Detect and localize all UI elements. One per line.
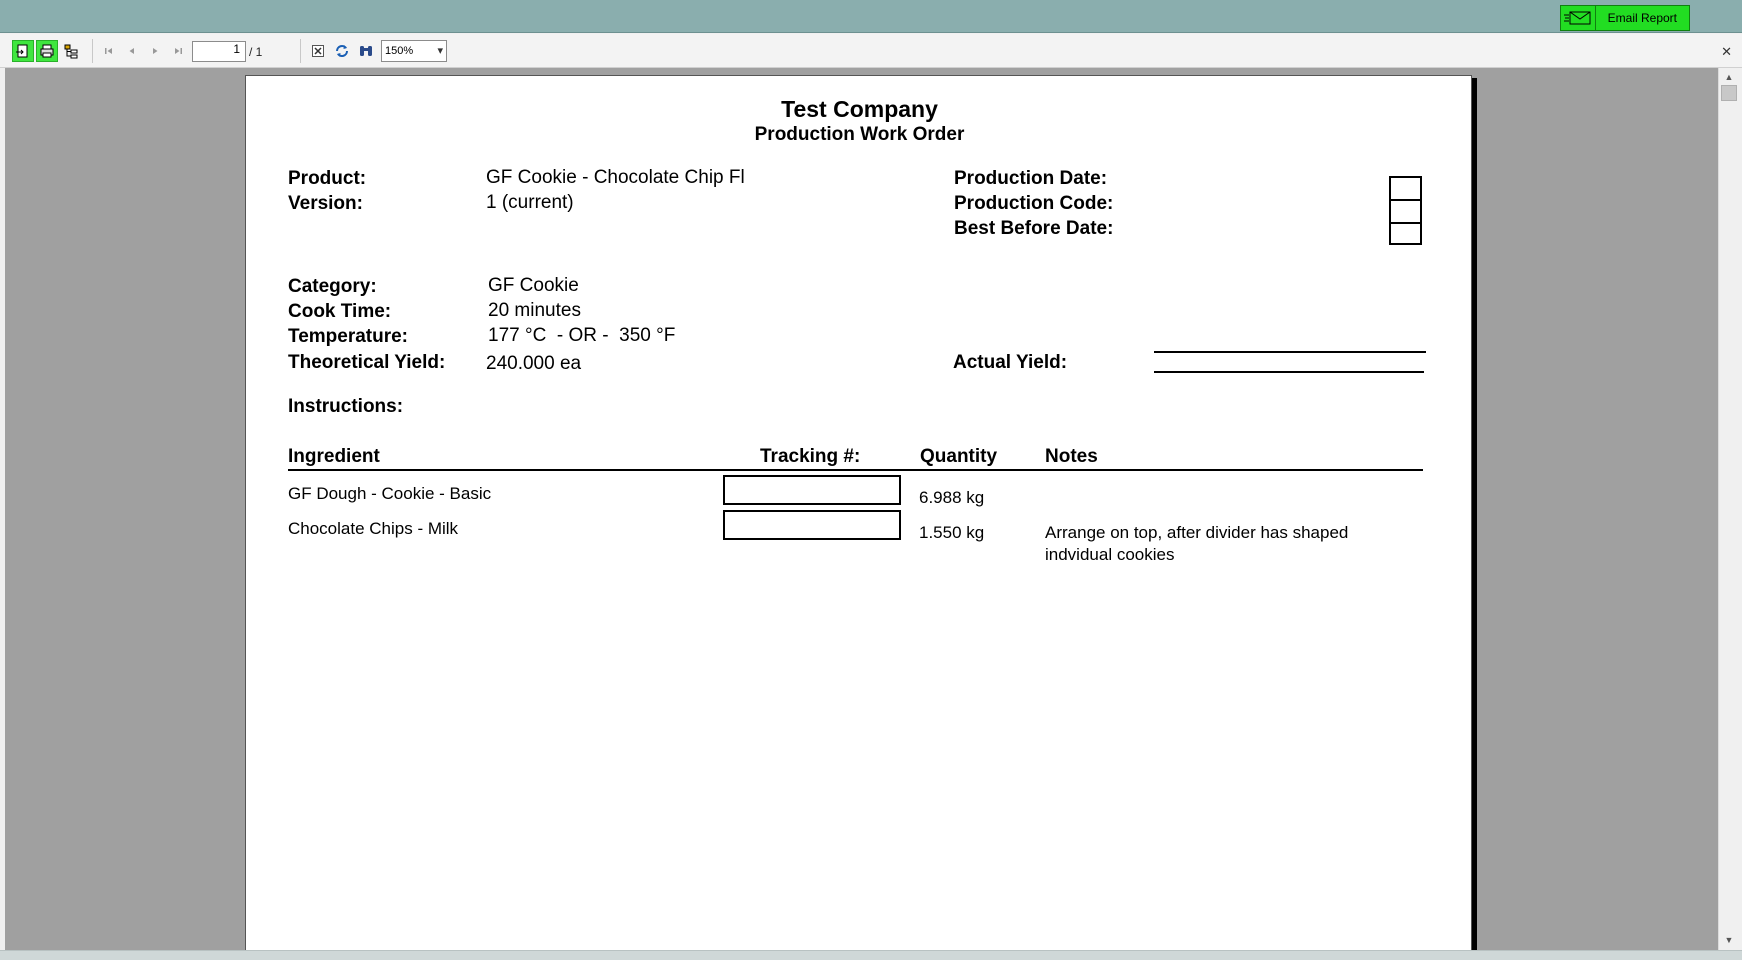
last-page-icon[interactable] bbox=[169, 40, 187, 62]
best-before-label: Best Before Date: bbox=[954, 218, 1114, 239]
production-date-label: Production Date: bbox=[954, 168, 1108, 189]
title-bar: Email Report bbox=[0, 0, 1742, 33]
tracking-box bbox=[723, 510, 901, 540]
report-page: Test Company Production Work Order Produ… bbox=[245, 75, 1472, 950]
report-viewport: Test Company Production Work Order Produ… bbox=[5, 68, 1718, 950]
production-code-label: Production Code: bbox=[954, 193, 1114, 214]
refresh-icon[interactable] bbox=[333, 40, 351, 62]
email-icon[interactable] bbox=[1559, 5, 1596, 31]
status-strip bbox=[0, 950, 1742, 960]
actual-yield-label: Actual Yield: bbox=[953, 352, 1068, 373]
scroll-down-icon[interactable]: ▼ bbox=[1722, 933, 1736, 947]
version-label: Version: bbox=[288, 193, 363, 214]
chevron-down-icon: ▾ bbox=[437, 45, 443, 57]
page-total: / 1 bbox=[249, 45, 263, 59]
category-value: GF Cookie bbox=[488, 275, 579, 296]
version-value: 1 (current) bbox=[486, 192, 574, 213]
cook-time-value: 20 minutes bbox=[488, 300, 581, 321]
header-rule bbox=[288, 469, 1423, 471]
email-report-group: Email Report bbox=[1559, 5, 1690, 31]
close-icon[interactable]: ✕ bbox=[1721, 44, 1732, 60]
report-toolbar: 1 / 1 150% ▾ ✕ bbox=[0, 34, 1742, 68]
previous-page-icon[interactable] bbox=[123, 40, 141, 62]
toolbar-separator bbox=[92, 39, 93, 63]
category-label: Category: bbox=[288, 276, 377, 297]
zoom-select[interactable]: 150% ▾ bbox=[381, 40, 447, 62]
actual-yield-line bbox=[1154, 351, 1426, 353]
scroll-up-icon[interactable]: ▲ bbox=[1722, 70, 1736, 84]
column-quantity: Quantity bbox=[920, 446, 998, 467]
theoretical-yield-label: Theoretical Yield: bbox=[288, 352, 446, 373]
print-icon[interactable] bbox=[36, 40, 58, 62]
ingredient-quantity: 6.988 kg bbox=[919, 488, 985, 507]
date-code-boxes bbox=[1389, 176, 1422, 245]
instructions-label: Instructions: bbox=[288, 396, 404, 417]
zoom-value: 150% bbox=[385, 45, 414, 57]
email-report-button[interactable]: Email Report bbox=[1595, 5, 1690, 31]
column-ingredient: Ingredient bbox=[288, 446, 380, 467]
stop-icon[interactable] bbox=[309, 40, 327, 62]
ingredient-name: Chocolate Chips - Milk bbox=[288, 519, 459, 538]
ingredient-name: GF Dough - Cookie - Basic bbox=[288, 484, 492, 503]
column-notes: Notes bbox=[1045, 446, 1098, 467]
first-page-icon[interactable] bbox=[100, 40, 118, 62]
temperature-label: Temperature: bbox=[288, 326, 409, 347]
toolbar-separator bbox=[300, 39, 301, 63]
next-page-icon[interactable] bbox=[146, 40, 164, 62]
search-icon[interactable] bbox=[357, 40, 375, 62]
actual-yield-line bbox=[1154, 371, 1424, 373]
theoretical-yield-value: 240.000 ea bbox=[486, 353, 582, 374]
ingredient-notes-continued: indvidual cookies bbox=[1045, 545, 1175, 564]
ingredient-notes: Arrange on top, after divider has shaped bbox=[1045, 523, 1349, 542]
product-value: GF Cookie - Chocolate Chip Fl bbox=[486, 167, 745, 188]
report-title: Production Work Order bbox=[754, 124, 965, 145]
temperature-value: 177 °C - OR - 350 °F bbox=[488, 325, 676, 346]
company-name: Test Company bbox=[781, 96, 938, 122]
page-number-input[interactable]: 1 bbox=[192, 41, 246, 62]
scroll-thumb[interactable] bbox=[1721, 85, 1737, 101]
group-tree-icon[interactable] bbox=[60, 40, 82, 62]
product-label: Product: bbox=[288, 168, 367, 189]
ingredient-quantity: 1.550 kg bbox=[919, 523, 985, 542]
export-icon[interactable] bbox=[12, 40, 34, 62]
column-tracking: Tracking #: bbox=[760, 446, 861, 467]
tracking-box bbox=[723, 475, 901, 505]
cook-time-label: Cook Time: bbox=[288, 301, 392, 322]
vertical-scrollbar[interactable]: ▲ ▼ bbox=[1718, 68, 1738, 950]
